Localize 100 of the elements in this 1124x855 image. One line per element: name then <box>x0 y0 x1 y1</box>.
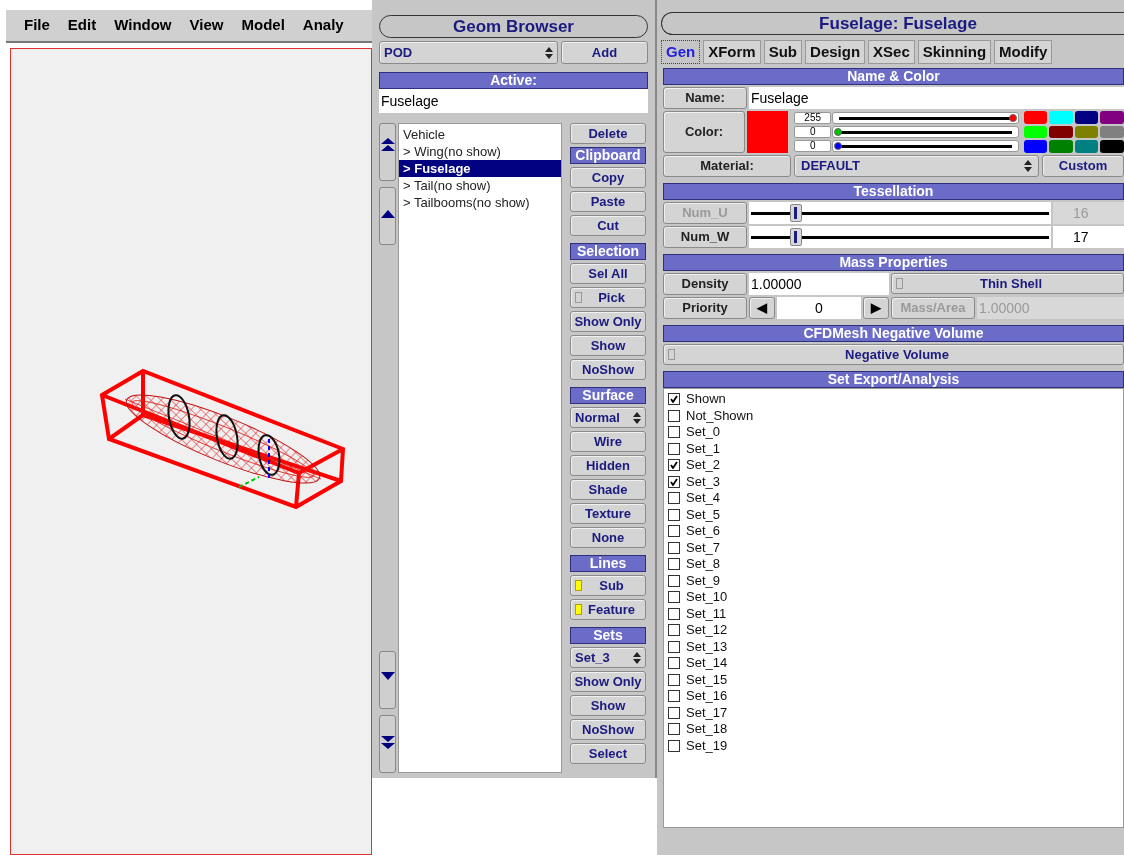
type-select[interactable]: POD <box>379 41 558 64</box>
checkbox[interactable] <box>668 409 680 422</box>
palette-color[interactable] <box>1100 140 1124 153</box>
menu-item[interactable]: Model <box>241 14 285 37</box>
checkbox[interactable] <box>668 442 680 455</box>
checkbox[interactable] <box>668 607 680 620</box>
checkbox[interactable] <box>668 723 680 736</box>
checkbox[interactable] <box>668 459 680 472</box>
tab[interactable]: XForm <box>703 40 761 64</box>
checkbox[interactable] <box>668 673 680 686</box>
checkbox[interactable] <box>668 475 680 488</box>
value-field[interactable]: 0 <box>794 140 832 152</box>
checkbox[interactable] <box>668 492 680 505</box>
add-button[interactable]: Add <box>561 41 648 64</box>
checkbox[interactable] <box>668 525 680 538</box>
tree-item[interactable]: > Fuselage <box>399 160 561 177</box>
checkbox[interactable] <box>668 657 680 670</box>
tab[interactable]: Modify <box>994 40 1053 64</box>
toggle-button[interactable]: Sub <box>570 575 646 596</box>
value-field[interactable]: 0 <box>794 126 832 138</box>
scroll-button[interactable] <box>379 715 396 773</box>
action-button[interactable]: NoShow <box>570 359 646 380</box>
slider-thumb[interactable] <box>834 142 843 150</box>
checkbox[interactable] <box>668 739 680 752</box>
palette-color[interactable] <box>1075 111 1099 124</box>
toggle-button[interactable]: Negative Volume <box>663 344 1124 365</box>
checkbox[interactable] <box>668 426 680 439</box>
action-button[interactable]: Copy <box>570 167 646 188</box>
name-field[interactable]: Fuselage <box>749 87 1124 109</box>
menu-item[interactable]: View <box>189 14 224 37</box>
decrement-button[interactable]: ◀ <box>749 297 775 319</box>
palette-color[interactable] <box>1100 125 1124 139</box>
palette-color[interactable] <box>1024 111 1048 124</box>
palette-color[interactable] <box>1024 140 1048 153</box>
action-button[interactable]: Hidden <box>570 455 646 476</box>
scroll-button[interactable] <box>379 187 396 245</box>
priority-field[interactable]: 0 <box>777 297 861 319</box>
palette-color[interactable] <box>1049 111 1073 124</box>
value-field[interactable]: 17 <box>1053 226 1124 248</box>
action-button[interactable]: None <box>570 527 646 548</box>
palette-color[interactable] <box>1049 140 1073 153</box>
action-button[interactable]: Select <box>570 743 646 764</box>
tab[interactable]: XSec <box>868 40 915 64</box>
tree-item[interactable]: > Tailbooms(no show) <box>399 194 561 211</box>
tab[interactable]: Gen <box>661 40 701 64</box>
tree-item[interactable]: Vehicle <box>399 126 561 143</box>
scroll-button[interactable] <box>379 651 396 709</box>
increment-button[interactable]: ▶ <box>863 297 889 319</box>
action-button[interactable]: Cut <box>570 215 646 236</box>
slider-thumb[interactable] <box>1009 114 1017 122</box>
slider-thumb[interactable] <box>789 228 802 246</box>
menu-item[interactable]: File <box>24 14 50 37</box>
palette-color[interactable] <box>1075 125 1099 139</box>
tree-item[interactable]: > Wing(no show) <box>399 143 561 160</box>
checkbox[interactable] <box>668 541 680 554</box>
toggle-button[interactable]: Feature <box>570 599 646 620</box>
action-button[interactable]: Show Only <box>570 311 646 332</box>
slider-track[interactable] <box>749 202 1051 224</box>
tab[interactable]: Skinning <box>917 40 992 64</box>
menu-item[interactable]: Edit <box>67 14 97 37</box>
checkbox[interactable] <box>668 558 680 571</box>
material-select[interactable]: DEFAULT <box>794 155 1039 177</box>
slider-track[interactable] <box>749 226 1051 248</box>
slider-thumb[interactable] <box>834 128 843 136</box>
checkbox[interactable] <box>668 640 680 653</box>
toggle-button[interactable]: Pick <box>570 287 646 308</box>
checkbox[interactable] <box>668 706 680 719</box>
palette-color[interactable] <box>1049 125 1073 139</box>
checkbox[interactable] <box>668 624 680 637</box>
action-button[interactable]: Show Only <box>570 671 646 692</box>
custom-button[interactable]: Custom <box>1042 155 1124 177</box>
value-field[interactable]: 255 <box>794 112 832 124</box>
scroll-button[interactable] <box>379 123 396 181</box>
action-button[interactable]: Show <box>570 335 646 356</box>
menu-item[interactable]: Analy <box>302 14 344 37</box>
checkbox[interactable] <box>668 690 680 703</box>
checkbox[interactable] <box>668 574 680 587</box>
section-header: Tessellation <box>663 183 1124 200</box>
checkbox[interactable] <box>668 508 680 521</box>
checkbox[interactable] <box>668 393 680 406</box>
palette-color[interactable] <box>1100 111 1124 124</box>
action-button[interactable]: Shade <box>570 479 646 500</box>
tab[interactable]: Design <box>805 40 866 64</box>
checkbox[interactable] <box>668 591 680 604</box>
action-button[interactable]: Texture <box>570 503 646 524</box>
action-button[interactable]: Sel All <box>570 263 646 284</box>
palette-color[interactable] <box>1075 140 1099 153</box>
density-field[interactable]: 1.00000 <box>749 273 889 295</box>
tree-item[interactable]: > Tail(no show) <box>399 177 561 194</box>
action-button[interactable]: Delete <box>570 123 646 144</box>
tab[interactable]: Sub <box>763 40 803 64</box>
action-button[interactable]: NoShow <box>570 719 646 740</box>
action-button[interactable]: Show <box>570 695 646 716</box>
toggle-button[interactable]: Thin Shell <box>891 273 1124 294</box>
palette-color[interactable] <box>1024 125 1048 139</box>
menu-item[interactable]: Window <box>114 14 172 37</box>
action-button[interactable]: Wire <box>570 431 646 452</box>
dropdown-select[interactable]: Set_3 <box>570 647 646 668</box>
dropdown-select[interactable]: Normal <box>570 407 646 428</box>
action-button[interactable]: Paste <box>570 191 646 212</box>
